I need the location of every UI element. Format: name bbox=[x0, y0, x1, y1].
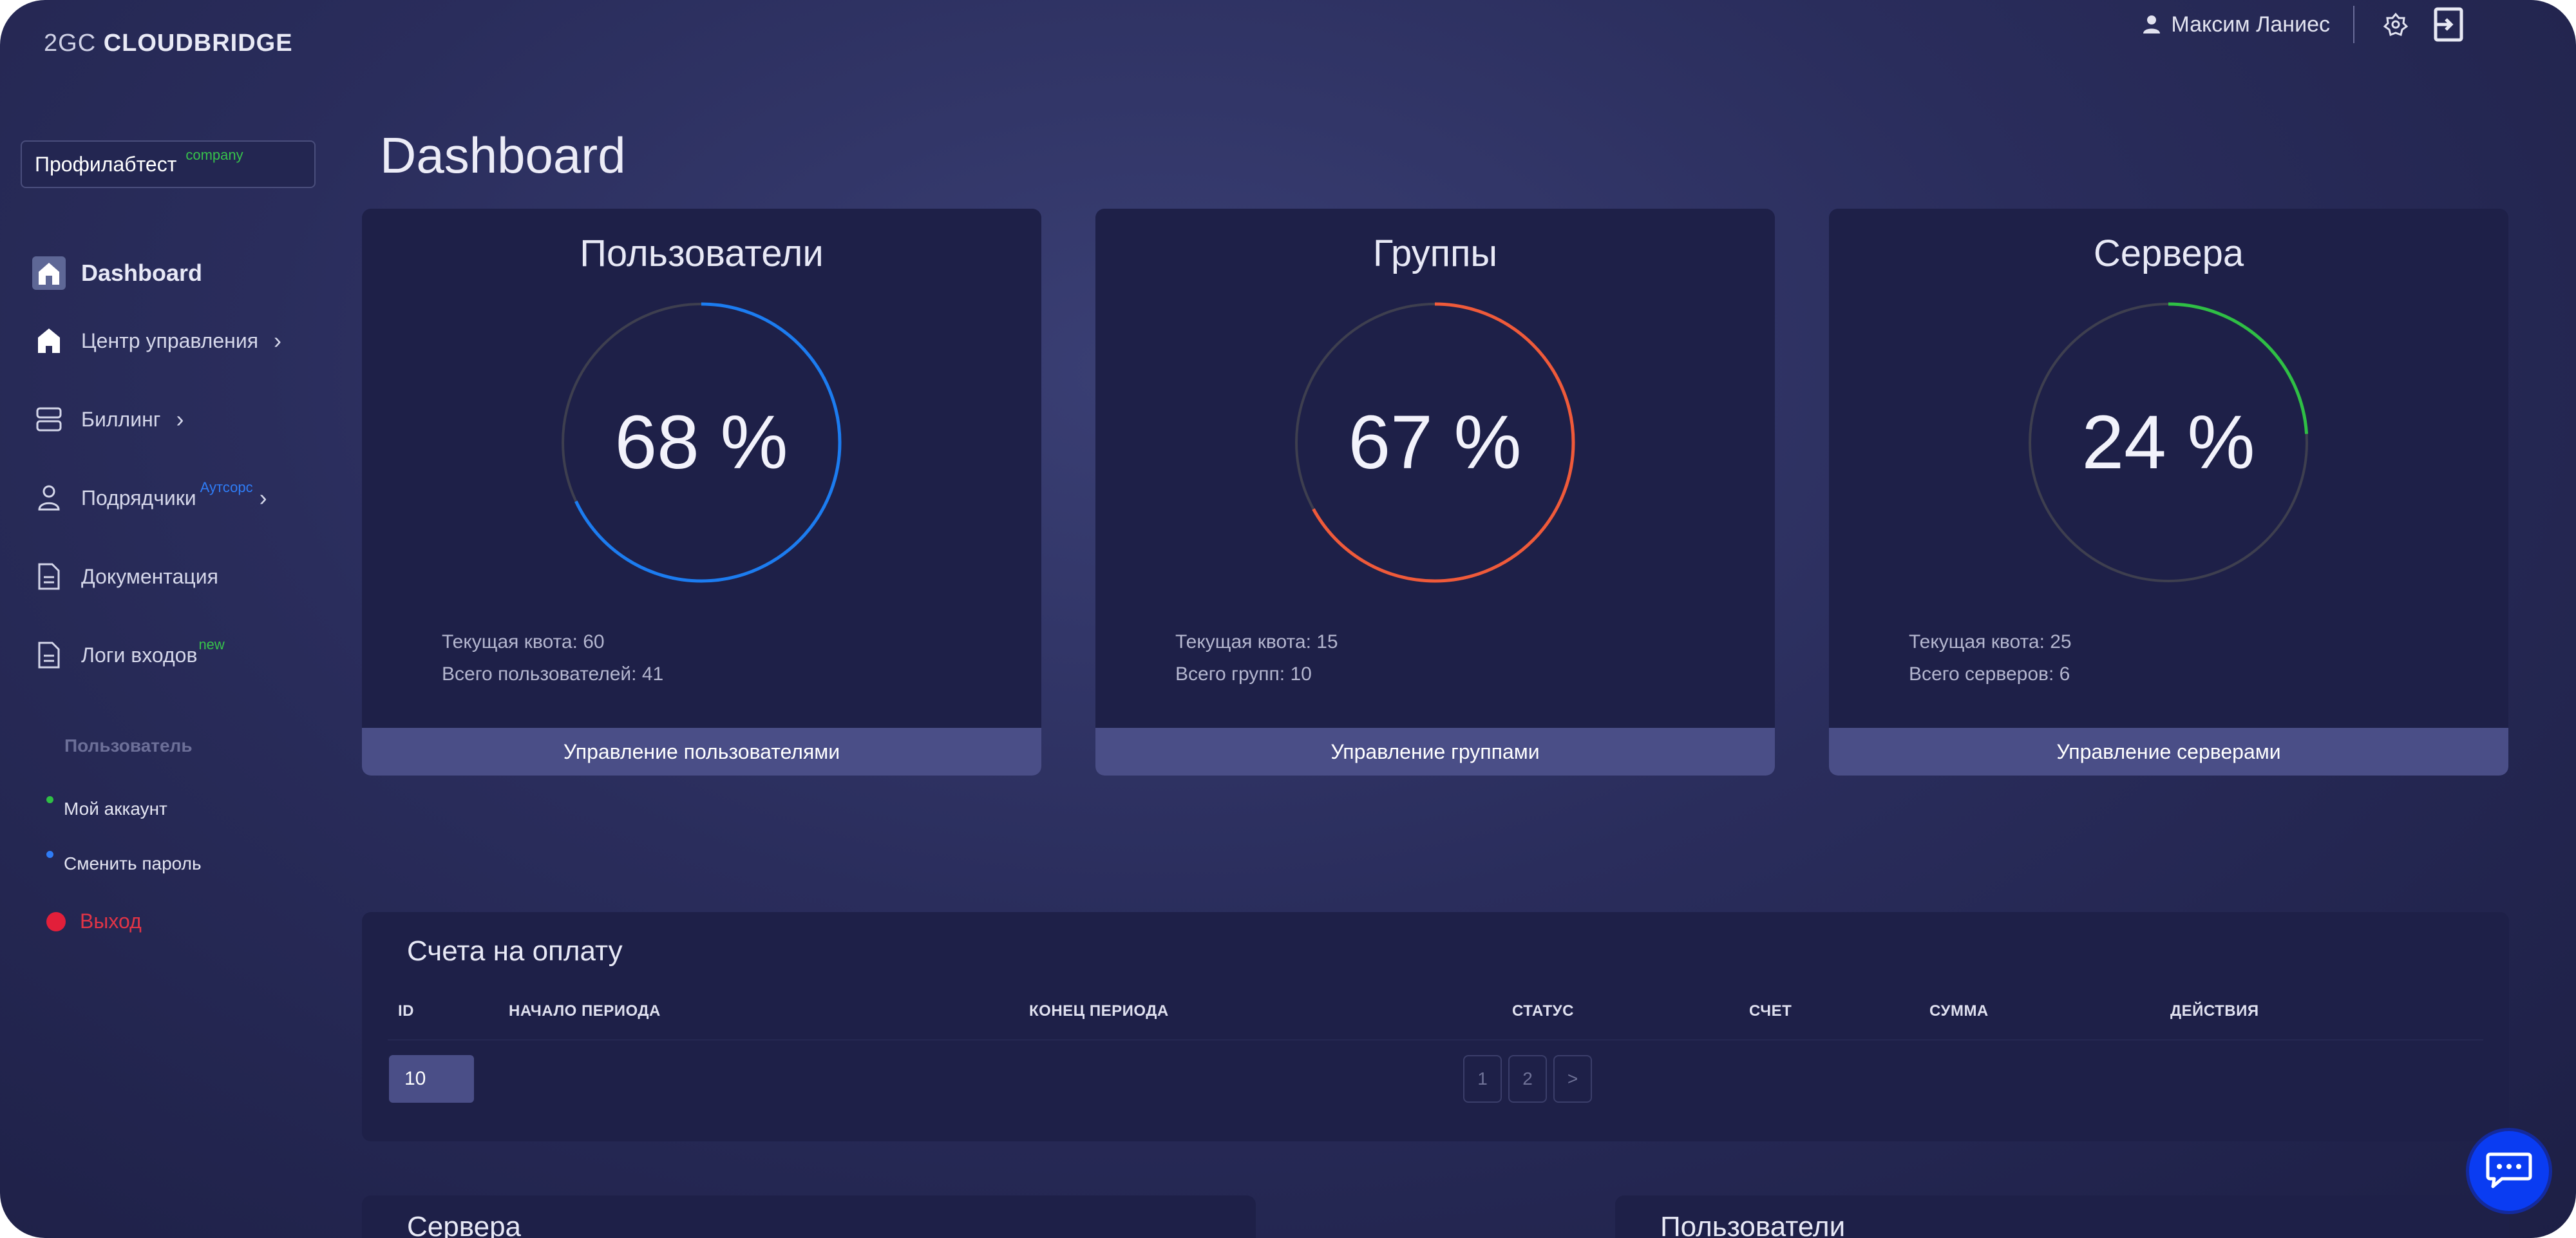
sidebar-item-label: Dashboard bbox=[81, 260, 203, 286]
logout-icon[interactable] bbox=[2430, 6, 2467, 43]
card-percent: 67 % bbox=[1348, 400, 1522, 485]
invoices-title: Счета на оплату bbox=[407, 935, 623, 967]
dashboard-icon bbox=[31, 255, 67, 291]
brand-prefix: 2GC bbox=[44, 30, 97, 57]
current-quota: Текущая квота: 15 bbox=[1175, 631, 1338, 652]
servers-panel-title: Сервера bbox=[407, 1211, 522, 1238]
company-badge: company bbox=[185, 147, 243, 163]
sidebar-item-control-center[interactable]: Центр управления › bbox=[31, 301, 314, 380]
sidebar-item-label: Документация bbox=[81, 564, 218, 588]
user-section-title: Пользователь bbox=[64, 736, 193, 756]
total-count: Всего серверов: 6 bbox=[1909, 663, 2070, 685]
server-icon bbox=[31, 401, 67, 437]
groups-card: Группы 67 % Текущая квота: 15 Всего груп… bbox=[1095, 209, 1775, 776]
manage-servers-button[interactable]: Управление серверами bbox=[1829, 728, 2508, 776]
settings-icon[interactable] bbox=[2378, 6, 2414, 43]
user-menu[interactable]: Максим Ланиес bbox=[2141, 12, 2330, 37]
manage-users-button[interactable]: Управление пользователями bbox=[362, 728, 1041, 776]
change-password-label: Сменить пароль bbox=[64, 853, 202, 873]
column-header-id[interactable]: ID bbox=[398, 1002, 414, 1020]
logout-link[interactable]: Выход bbox=[46, 909, 142, 933]
sidebar-item-billing[interactable]: Биллинг › bbox=[31, 380, 314, 459]
chat-bubble-icon bbox=[2486, 1152, 2532, 1188]
total-count: Всего групп: 10 bbox=[1175, 663, 1312, 685]
column-header-invoice[interactable]: СЧЕТ bbox=[1749, 1002, 1792, 1020]
card-percent: 68 % bbox=[614, 400, 788, 485]
user-name: Максим Ланиес bbox=[2171, 12, 2330, 37]
header-user-area: Максим Ланиес bbox=[2141, 5, 2467, 44]
invoices-panel: Счета на оплату ID НАЧАЛО ПЕРИОДА КОНЕЦ … bbox=[362, 912, 2509, 1141]
servers-panel: Сервера bbox=[362, 1195, 1256, 1238]
change-password-link[interactable]: Сменить пароль bbox=[46, 851, 202, 874]
card-title: Группы bbox=[1372, 233, 1498, 274]
brand-name: CLOUDBRIDGE bbox=[103, 30, 293, 57]
total-count: Всего пользователей: 41 bbox=[442, 663, 664, 685]
brand-logo[interactable]: 2GC CLOUDBRIDGE bbox=[44, 30, 293, 57]
chat-button[interactable] bbox=[2469, 1131, 2549, 1211]
page-button-2[interactable]: 2 bbox=[1508, 1055, 1547, 1103]
chevron-right-icon: › bbox=[274, 327, 282, 354]
users-panel: Пользователи bbox=[1615, 1195, 2509, 1238]
manage-groups-button[interactable]: Управление группами bbox=[1095, 728, 1775, 776]
document-icon bbox=[31, 558, 67, 595]
sidebar-item-documentation[interactable]: Документация bbox=[31, 537, 314, 616]
column-header-period-end[interactable]: КОНЕЦ ПЕРИОДА bbox=[1029, 1002, 1169, 1020]
servers-card: Сервера 24 % Текущая квота: 25 Всего сер… bbox=[1829, 209, 2508, 776]
document-icon bbox=[31, 637, 67, 673]
sidebar-item-dashboard[interactable]: Dashboard bbox=[31, 251, 314, 295]
card-stats: Текущая квота: 60 Всего пользователей: 4… bbox=[442, 626, 663, 690]
sidebar-item-login-logs[interactable]: Логи входов new bbox=[31, 616, 314, 694]
logout-dot-icon bbox=[46, 911, 66, 931]
current-quota: Текущая квота: 25 bbox=[1909, 631, 2072, 652]
current-quota: Текущая квота: 60 bbox=[442, 631, 605, 652]
outsource-badge: Аутсорс bbox=[200, 479, 253, 495]
user-icon bbox=[2141, 14, 2162, 35]
new-badge: new bbox=[198, 636, 225, 652]
users-panel-title: Пользователи bbox=[1660, 1211, 1846, 1238]
header-divider bbox=[2353, 6, 2354, 43]
column-header-actions[interactable]: ДЕЙСТВИЯ bbox=[2170, 1002, 2259, 1020]
sidebar-nav: Dashboard Центр управления › Биллинг › П… bbox=[31, 251, 314, 694]
logout-label: Выход bbox=[80, 909, 142, 933]
status-dot bbox=[46, 851, 53, 858]
person-icon bbox=[31, 480, 67, 516]
page-button-1[interactable]: 1 bbox=[1463, 1055, 1502, 1103]
card-stats: Текущая квота: 25 Всего серверов: 6 bbox=[1909, 626, 2072, 690]
my-account-link[interactable]: Мой аккаунт bbox=[46, 796, 167, 819]
sidebar-item-label: Биллинг bbox=[81, 407, 161, 431]
card-stats: Текущая квота: 15 Всего групп: 10 bbox=[1175, 626, 1338, 690]
card-title: Сервера bbox=[2093, 233, 2244, 274]
chevron-right-icon: › bbox=[259, 484, 267, 511]
app-window: 2GC CLOUDBRIDGE Максим Ланиес Профилабте… bbox=[0, 0, 2576, 1238]
column-header-status[interactable]: СТАТУС bbox=[1512, 1002, 1574, 1020]
card-title: Пользователи bbox=[580, 233, 824, 274]
sidebar-item-contractors[interactable]: Подрядчики Аутсорс › bbox=[31, 459, 314, 537]
users-card: Пользователи 68 % Текущая квота: 60 Всег… bbox=[362, 209, 1041, 776]
home-icon bbox=[31, 323, 67, 359]
column-header-period-start[interactable]: НАЧАЛО ПЕРИОДА bbox=[509, 1002, 661, 1020]
sidebar-item-label: Центр управления bbox=[81, 329, 259, 352]
status-dot bbox=[46, 796, 53, 803]
company-selector[interactable]: Профилабтест company bbox=[21, 140, 316, 188]
sidebar-item-label: Логи входов bbox=[81, 643, 198, 667]
chevron-right-icon: › bbox=[176, 406, 184, 432]
card-percent: 24 % bbox=[2081, 400, 2255, 485]
sidebar-item-label: Подрядчики bbox=[81, 486, 196, 509]
column-header-amount[interactable]: СУММА bbox=[1929, 1002, 1989, 1020]
my-account-label: Мой аккаунт bbox=[64, 799, 167, 819]
pagination: 1 2 > bbox=[1463, 1055, 1592, 1103]
company-name: Профилабтест bbox=[35, 152, 177, 176]
page-title: Dashboard bbox=[380, 127, 626, 184]
page-size-select[interactable]: 10 bbox=[389, 1055, 474, 1103]
page-next-button[interactable]: > bbox=[1553, 1055, 1592, 1103]
